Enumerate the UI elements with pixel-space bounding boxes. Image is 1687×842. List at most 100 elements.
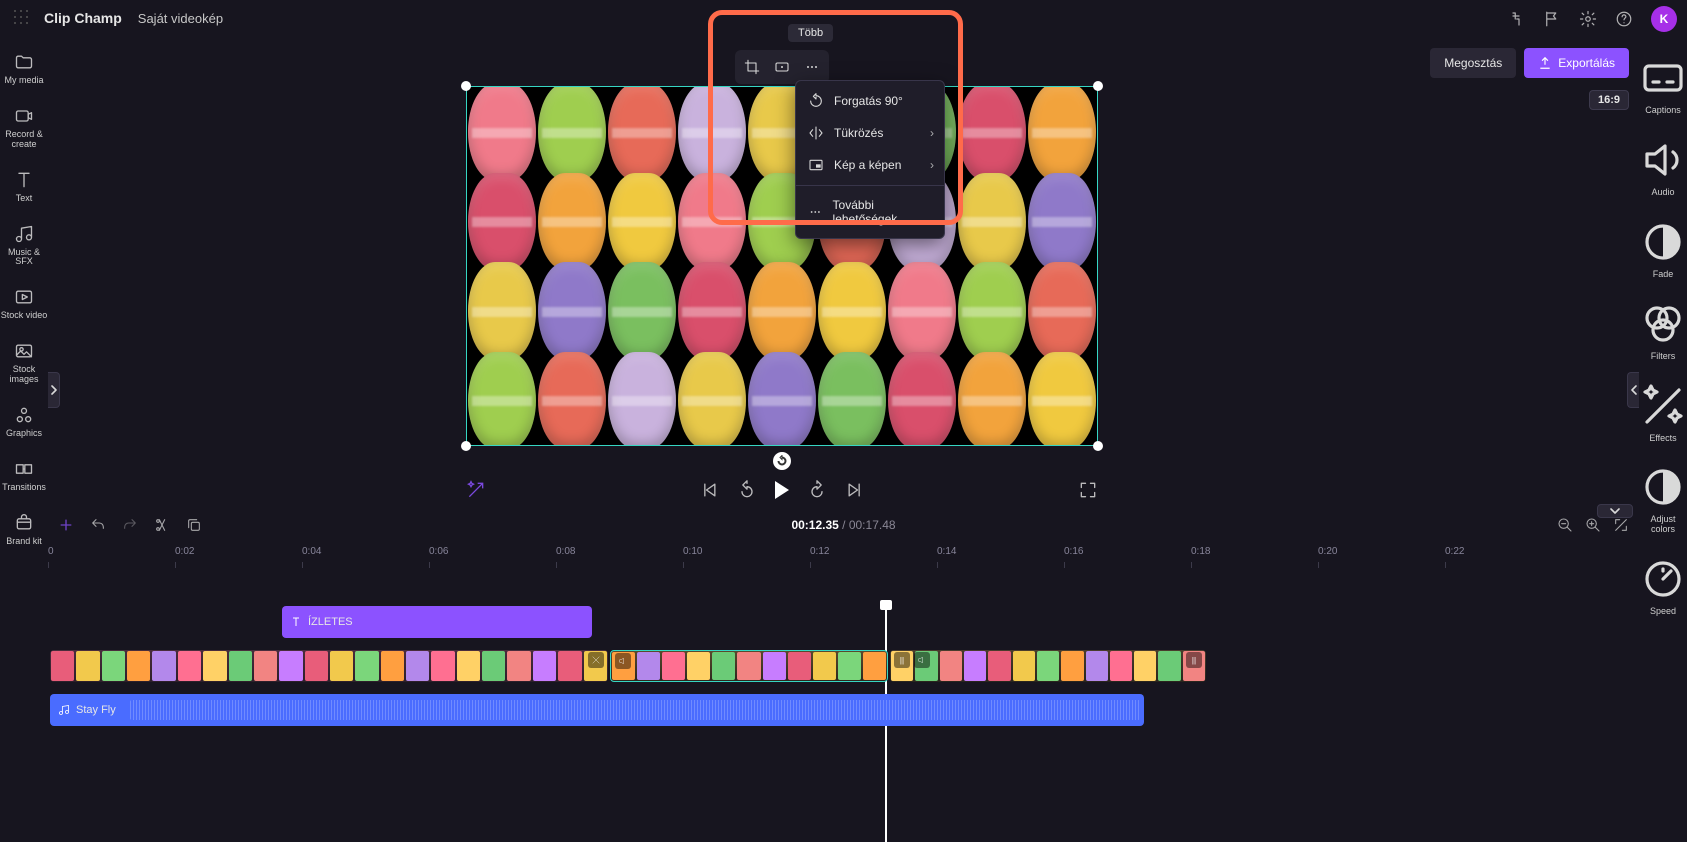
ruler-tick: 0:10: [683, 546, 702, 557]
playback-controls: [466, 470, 1098, 510]
left-panel-expand[interactable]: [48, 372, 60, 408]
sidebar-label: Graphics: [6, 429, 42, 439]
clip-mute-icon[interactable]: [914, 652, 930, 668]
panel-filters[interactable]: Filters: [1639, 292, 1687, 372]
sidebar-label: Record &create: [5, 130, 43, 150]
video-clip-1[interactable]: [50, 650, 608, 682]
sidebar-text[interactable]: Text: [0, 162, 48, 214]
text-track[interactable]: ÍZLETES: [48, 602, 1639, 642]
sidebar-my-media[interactable]: My media: [0, 44, 48, 96]
preview-toolbar: [735, 50, 829, 84]
panel-label: Speed: [1650, 607, 1676, 617]
sidebar-stock-video[interactable]: Stock video: [0, 279, 48, 331]
time-readout: 00:12.35 / 00:17.48: [791, 518, 895, 532]
sidebar-stock-images[interactable]: Stockimages: [0, 333, 48, 395]
sidebar-label: Transitions: [2, 483, 46, 493]
crop-button[interactable]: [739, 54, 765, 80]
sidebar-graphics[interactable]: Graphics: [0, 397, 48, 449]
share-button[interactable]: Megosztás: [1430, 48, 1516, 78]
avatar[interactable]: K: [1651, 6, 1677, 32]
menu-label: Forgatás 90°: [834, 94, 903, 108]
clip-handle-icon[interactable]: ||: [1186, 652, 1202, 668]
preview-canvas[interactable]: [466, 86, 1098, 446]
zoom-in-icon[interactable]: [1585, 517, 1601, 533]
resize-handle-bl[interactable]: [461, 441, 471, 451]
menu-mirror[interactable]: Tükrözés›: [796, 117, 944, 149]
menu-rotate[interactable]: Forgatás 90°: [796, 85, 944, 117]
panel-label: Fade: [1653, 270, 1674, 280]
sidebar-record-create[interactable]: Record &create: [0, 98, 48, 160]
sidebar-label: Stockimages: [9, 365, 38, 385]
redo-icon[interactable]: [122, 517, 138, 533]
timeline-panel: 00:12.35 / 00:17.48 00:020:040:060:080:1…: [48, 508, 1639, 821]
resize-handle-tr[interactable]: [1093, 81, 1103, 91]
timeline-ruler[interactable]: 00:020:040:060:080:100:120:140:160:180:2…: [48, 546, 1639, 572]
panel-effects[interactable]: Effects: [1639, 374, 1687, 454]
left-sidebar: My media Record &create Text Music & SFX Sto…: [0, 36, 48, 821]
rewind-button[interactable]: [737, 480, 757, 500]
sidebar-label: Music & SFX: [0, 248, 48, 268]
settings-icon[interactable]: [1579, 10, 1597, 28]
pip-icon: [808, 157, 824, 173]
clip-mute-icon[interactable]: [615, 653, 631, 669]
ruler-tick: 0: [48, 546, 54, 557]
chevron-right-icon: ›: [930, 158, 934, 172]
forward-button[interactable]: [807, 480, 827, 500]
audio-clip-label: Stay Fly: [76, 704, 116, 716]
stock-video-icon: [14, 287, 34, 307]
current-time: 00:12.35: [791, 518, 838, 532]
resize-handle-br[interactable]: [1093, 441, 1103, 451]
fullscreen-button[interactable]: [1078, 480, 1098, 500]
magic-button[interactable]: [466, 480, 486, 500]
menu-pip[interactable]: Kép a képen ›: [796, 149, 944, 181]
flag-icon[interactable]: [1543, 10, 1561, 28]
skip-end-button[interactable]: [845, 480, 865, 500]
copy-icon[interactable]: [186, 517, 202, 533]
panel-captions[interactable]: Captions: [1639, 46, 1687, 126]
text-clip[interactable]: ÍZLETES: [282, 606, 592, 638]
ruler-tick: 0:16: [1064, 546, 1083, 557]
panel-audio[interactable]: Audio: [1639, 128, 1687, 208]
fade-icon: [1639, 218, 1687, 266]
skip-start-button[interactable]: [699, 480, 719, 500]
audio-clip[interactable]: Stay Fly: [50, 694, 1144, 726]
zoom-out-icon[interactable]: [1557, 517, 1573, 533]
fit-button[interactable]: [769, 54, 795, 80]
help-icon[interactable]: [1615, 10, 1633, 28]
sidebar-music-sfx[interactable]: Music & SFX: [0, 216, 48, 278]
zoom-fit-icon[interactable]: [1613, 517, 1629, 533]
panel-speed[interactable]: Speed: [1639, 547, 1687, 627]
audio-track[interactable]: Stay Fly: [48, 690, 1639, 730]
clip-transition-icon[interactable]: [588, 652, 604, 668]
waveform: [130, 700, 1140, 720]
split-icon[interactable]: [154, 517, 170, 533]
project-name[interactable]: Saját videokép: [138, 11, 223, 26]
play-button[interactable]: [775, 481, 789, 499]
effects-icon: [1639, 382, 1687, 430]
more-button[interactable]: [799, 54, 825, 80]
panel-adjust-colors[interactable]: Adjustcolors: [1639, 455, 1687, 545]
aspect-ratio[interactable]: 16:9: [1589, 90, 1629, 110]
video-clip-2-selected[interactable]: [610, 650, 888, 682]
sidebar-transitions[interactable]: Transitions: [0, 451, 48, 503]
record-create-icon: [14, 106, 34, 126]
clip-handle-icon[interactable]: ||: [894, 652, 910, 668]
sidebar-label: Text: [16, 194, 33, 204]
menu-label: Kép a képen: [834, 158, 901, 172]
add-track-icon[interactable]: [58, 517, 74, 533]
export-button[interactable]: Exportálás: [1524, 48, 1629, 78]
text-clip-label: ÍZLETES: [308, 616, 353, 628]
app-launcher-icon[interactable]: [12, 8, 32, 28]
ruler-tick: 0:22: [1445, 546, 1464, 557]
panel-fade[interactable]: Fade: [1639, 210, 1687, 290]
graphics-icon: [14, 405, 34, 425]
menu-more[interactable]: További lehetőségek: [796, 190, 944, 234]
resize-handle-tl[interactable]: [461, 81, 471, 91]
sidebar-brand-kit[interactable]: Brand kit: [0, 505, 48, 557]
video-track[interactable]: || ||: [48, 646, 1639, 686]
video-clip-3[interactable]: || ||: [890, 650, 1206, 682]
right-panel-expand[interactable]: [1627, 372, 1639, 408]
undo-icon[interactable]: [90, 517, 106, 533]
upgrade-icon[interactable]: [1507, 10, 1525, 28]
rotate-handle[interactable]: [773, 452, 791, 470]
